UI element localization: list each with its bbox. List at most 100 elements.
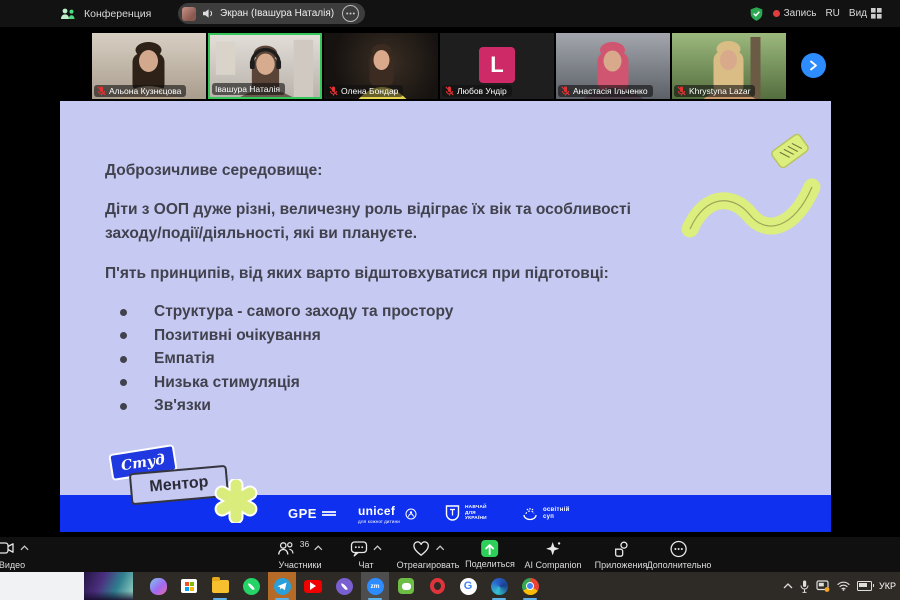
view-button[interactable]: Вид [849, 8, 882, 19]
participant-name: Альона Кузнєцова [109, 86, 181, 96]
tray-microphone-icon[interactable] [800, 580, 809, 593]
studmentor-brand: Студ Ментор [102, 443, 282, 538]
meeting-info[interactable]: Конференция [60, 0, 151, 27]
chevron-up-icon[interactable] [20, 545, 29, 551]
mic-muted-icon [445, 86, 454, 96]
bullet-dot [120, 332, 127, 339]
camera-icon [0, 540, 15, 556]
participant-video-strip: Альона Кузнєцова Івашура Наталія [92, 33, 786, 99]
participants-label: Участники [279, 560, 322, 570]
chevron-right-icon [809, 60, 818, 71]
screen-share-pill[interactable]: Экран (Івашура Наталія) [178, 3, 365, 24]
more-ellipsis-icon [670, 540, 688, 558]
share-source-label: Экран (Івашура Наталія) [220, 8, 334, 19]
tray-language-indicator[interactable]: УКР [879, 581, 896, 591]
participants-count-badge: 36 [300, 539, 309, 549]
edge-icon[interactable] [487, 574, 511, 598]
soup-line1: освітній [543, 507, 570, 514]
messenger-app-icon[interactable] [394, 574, 418, 598]
taskbar-search-box[interactable] [0, 572, 84, 600]
ellipsis-icon [346, 12, 355, 15]
ai-companion-button[interactable]: AI Companion [524, 540, 581, 570]
video-tile-liubov[interactable]: L Анастасія Ільченко Любов Ундір [440, 33, 554, 99]
video-tile-anastasiia[interactable]: Анастасія Ільченко [556, 33, 670, 99]
security-shield-icon[interactable] [749, 6, 764, 22]
next-participants-button[interactable] [801, 53, 826, 78]
bullet-item: Структура - самого заходу та простору [120, 303, 453, 321]
soup-line2: суп [543, 514, 570, 521]
video-tile-olena[interactable]: Олена Бондар [324, 33, 438, 99]
tray-wifi-icon[interactable] [837, 581, 850, 591]
whatsapp-icon[interactable] [239, 574, 263, 598]
apps-button[interactable]: Приложения [595, 540, 648, 570]
telegram-active-underline [275, 598, 289, 600]
video-tile-alona[interactable]: Альона Кузнєцова [92, 33, 206, 99]
bullet-text: Зв'язки [154, 397, 211, 415]
microsoft-store-icon[interactable] [177, 574, 201, 598]
opera-icon[interactable] [425, 574, 449, 598]
share-more-button[interactable] [342, 5, 359, 22]
participant-nameplate: Анастасія Ільченко Любов Ундір [442, 85, 512, 97]
react-button[interactable]: Отреагировать [397, 540, 460, 570]
bullet-item: Низька стимуляція [120, 374, 453, 392]
video-tile-khrystyna[interactable]: Khrystyna Lazar [672, 33, 786, 99]
mic-muted-icon [97, 86, 106, 96]
google-icon[interactable]: G [456, 574, 480, 598]
participant-nameplate: Олена Бондар [326, 85, 403, 97]
tray-battery-icon[interactable] [857, 581, 872, 591]
slide-principles-intro: П'ять принципів, від яких варто відштовх… [105, 265, 705, 283]
bullet-dot [120, 379, 127, 386]
zoom-meeting-window: Конференция Экран (Івашура Наталія) [0, 0, 900, 600]
chevron-up-icon[interactable] [314, 545, 323, 551]
recording-indicator[interactable]: Запись [773, 8, 817, 19]
viber-icon[interactable] [332, 574, 356, 598]
participants-button[interactable]: 36 Участники [277, 540, 323, 570]
chevron-up-icon[interactable] [435, 545, 444, 551]
tray-chevron-up-icon[interactable] [783, 583, 793, 589]
squiggle-decoration [672, 129, 842, 249]
search-highlight-image[interactable] [84, 572, 133, 600]
bullet-dot [120, 403, 127, 410]
video-tile-ivashura-active-speaker[interactable]: Івашура Наталія [208, 33, 322, 99]
presenter-thumbnail [182, 7, 196, 21]
chat-icon [350, 540, 368, 557]
share-screen-label: Поделиться [465, 559, 515, 569]
more-button[interactable]: Дополнительно [647, 540, 712, 570]
zoom-app-icon[interactable]: zm [363, 574, 387, 598]
mic-muted-icon [677, 86, 686, 96]
edge-active-underline [492, 598, 506, 600]
telegram-icon[interactable] [270, 574, 294, 598]
bullet-dot [120, 356, 127, 363]
unicef-emblem-icon [405, 508, 417, 520]
participant-nameplate: Івашура Наталія [212, 83, 285, 95]
zoom-active-underline [368, 598, 382, 600]
copilot-icon[interactable] [146, 574, 170, 598]
bullet-item: Зв'язки [120, 397, 453, 415]
participant-avatar: L [479, 47, 515, 83]
participant-name: Анастасія Ільченко [573, 86, 648, 96]
chevron-up-icon[interactable] [373, 545, 382, 551]
system-tray: УКР [783, 572, 898, 600]
bullet-item: Емпатія [120, 350, 453, 368]
bullet-text: Позитивні очікування [154, 327, 321, 345]
bullet-text: Низька стимуляція [154, 374, 300, 392]
interpretation-language[interactable]: RU [825, 8, 839, 19]
chrome-icon[interactable] [518, 574, 542, 598]
teach-for-ukraine-logo: НАВЧАЙ ДЛЯ УКРАЇНИ [445, 495, 487, 532]
teach-line3: УКРАЇНИ [465, 516, 487, 522]
ai-companion-label: AI Companion [524, 560, 581, 570]
top-bar-right-cluster: Запись RU Вид [749, 0, 882, 27]
heart-icon [411, 540, 430, 557]
more-label: Дополнительно [647, 560, 712, 570]
video-button[interactable]: Видео [0, 540, 29, 570]
file-explorer-icon[interactable] [208, 574, 232, 598]
slide-paragraph: Діти з ООП дуже різні, величезну роль ві… [105, 198, 685, 245]
chat-button[interactable]: Чат [350, 540, 382, 570]
unicef-logo-text: unicef [358, 504, 395, 518]
tray-screen-share-icon[interactable] [816, 580, 830, 592]
share-screen-button[interactable]: Поделиться [465, 540, 515, 569]
participant-nameplate: Khrystyna Lazar [674, 85, 755, 97]
video-label: Видео [0, 560, 25, 570]
youtube-icon[interactable] [301, 574, 325, 598]
participant-name: Khrystyna Lazar [689, 86, 750, 96]
